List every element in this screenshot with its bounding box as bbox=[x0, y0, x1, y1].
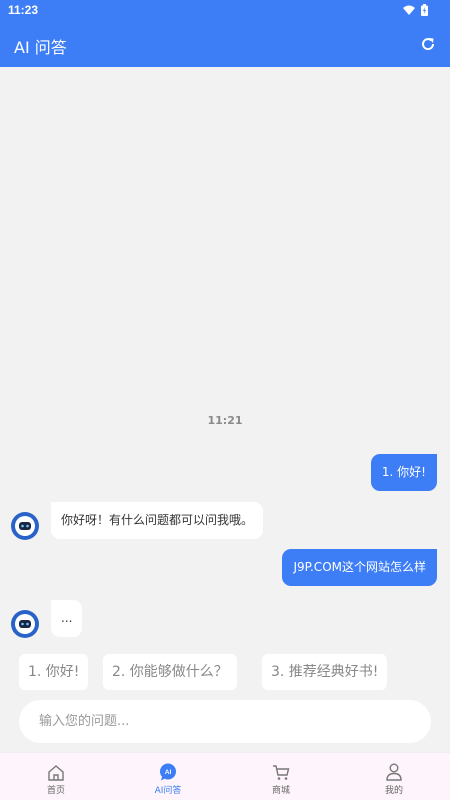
suggestion-chip[interactable]: 2. 你能够做什么？ bbox=[103, 654, 237, 690]
bot-message: 你好呀！有什么问题都可以问我哦。 bbox=[51, 502, 264, 539]
bot-avatar bbox=[11, 610, 39, 638]
refresh-icon bbox=[422, 38, 435, 51]
battery-icon bbox=[421, 4, 428, 16]
status-bar: 11:23 bbox=[0, 0, 450, 22]
status-icons bbox=[403, 4, 428, 16]
app-bar: AI 问答 bbox=[0, 22, 450, 67]
status-time: 11:23 bbox=[8, 3, 39, 17]
user-icon bbox=[384, 763, 404, 781]
user-message: 1. 你好! bbox=[370, 454, 437, 491]
tab-home[interactable]: 首页 bbox=[0, 753, 112, 800]
svg-text:AI: AI bbox=[165, 769, 172, 776]
wifi-icon bbox=[403, 5, 415, 15]
robot-icon bbox=[15, 614, 35, 634]
suggestion-chip[interactable]: 3. 推荐经典好书! bbox=[262, 654, 388, 690]
tab-label: 首页 bbox=[46, 786, 65, 796]
page-title: AI 问答 bbox=[14, 38, 67, 57]
tab-label: AI问答 bbox=[154, 786, 182, 796]
suggestion-list: 1. 你好! 2. 你能够做什么？ 3. 推荐经典好书! bbox=[19, 654, 431, 690]
ai-chat-icon: AI bbox=[158, 763, 178, 781]
robot-icon bbox=[15, 516, 35, 536]
chat-area[interactable]: 11:21 1. 你好! 你好呀！有什么问题都可以问我哦。 J9P.COM这个网… bbox=[0, 67, 450, 647]
tab-profile[interactable]: 我的 bbox=[338, 753, 450, 800]
question-input[interactable] bbox=[19, 700, 431, 743]
chat-timestamp: 11:21 bbox=[207, 414, 243, 427]
user-message: J9P.COM这个网站怎么样 bbox=[282, 549, 437, 586]
tab-label: 我的 bbox=[384, 786, 403, 796]
tab-shop[interactable]: 商城 bbox=[225, 753, 337, 800]
refresh-button[interactable] bbox=[416, 32, 440, 56]
bottom-tab-bar: 首页 AI AI问答 商城 我的 bbox=[0, 752, 450, 800]
home-icon bbox=[46, 763, 66, 781]
bot-avatar bbox=[11, 512, 39, 540]
tab-label: 商城 bbox=[271, 786, 290, 796]
suggestion-chip[interactable]: 1. 你好! bbox=[19, 654, 89, 690]
bot-message-typing: ... bbox=[51, 600, 83, 637]
tab-ai-chat[interactable]: AI AI问答 bbox=[112, 753, 224, 800]
cart-icon bbox=[271, 763, 291, 781]
